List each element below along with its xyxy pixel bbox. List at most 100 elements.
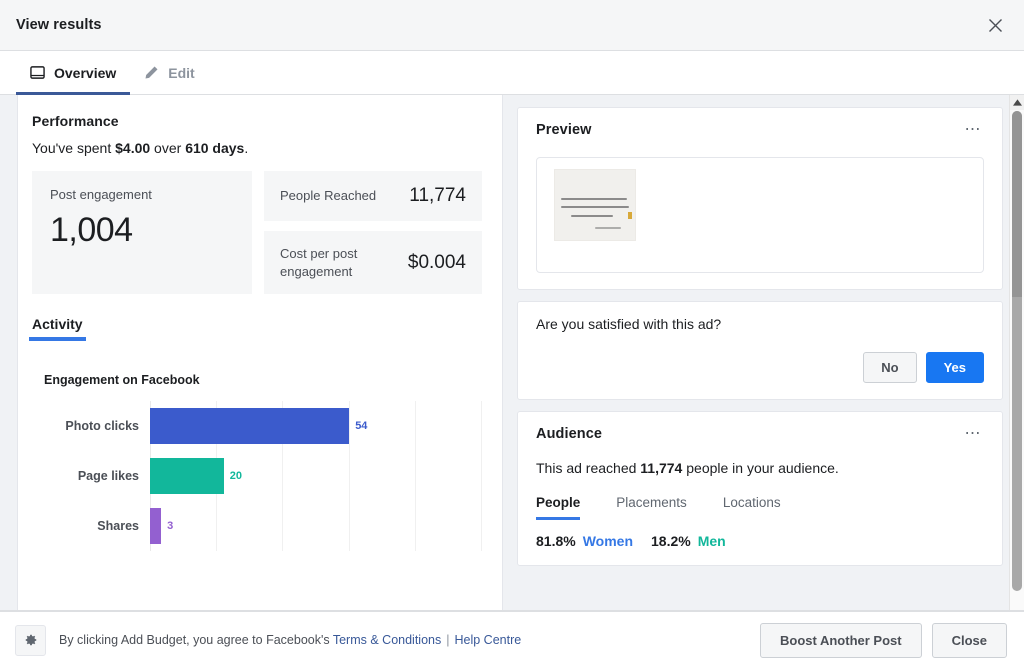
bar-page-likes xyxy=(150,458,224,495)
bar-value-photo-clicks: 54 xyxy=(355,420,368,433)
tab-activity-label: Activity xyxy=(32,316,83,333)
audience-stats: 81.8% Women 18.2% Men xyxy=(536,533,984,549)
audience-tabs: People Placements Locations xyxy=(536,495,984,520)
audience-women-pct: 81.8% xyxy=(536,533,576,549)
metric-cost-label: Cost per post engagement xyxy=(280,246,358,279)
audience-card-header: Audience ⋯ xyxy=(536,426,984,446)
metric-post-engagement-label: Post engagement xyxy=(50,187,152,202)
chart-bar-row: 3 xyxy=(150,501,482,551)
scroll-up-arrow-icon[interactable] xyxy=(1010,95,1024,110)
reach-prefix: This ad reached xyxy=(536,460,641,476)
chart-title: Engagement on Facebook xyxy=(44,373,200,388)
audience-tab-people-label: People xyxy=(536,495,581,510)
chart-label-2: Shares xyxy=(97,519,139,534)
boost-another-post-button[interactable]: Boost Another Post xyxy=(760,622,922,658)
terms-link[interactable]: Terms & Conditions xyxy=(333,633,441,647)
footer-buttons: Boost Another Post Close xyxy=(760,622,1007,658)
summary-amount: $4.00 xyxy=(115,140,151,156)
help-centre-link[interactable]: Help Centre xyxy=(454,633,521,647)
metric-cost-value: $0.004 xyxy=(407,251,466,273)
audience-stat-women: 81.8% Women xyxy=(536,533,633,549)
audience-stat-men: 18.2% Men xyxy=(651,533,726,549)
audience-reach-text: This ad reached 11,774 people in your au… xyxy=(536,460,984,476)
reach-suffix: people in your audience. xyxy=(682,460,839,476)
gear-icon[interactable] xyxy=(15,624,46,656)
vertical-scrollbar[interactable] xyxy=(1009,95,1024,610)
engagement-bar-chart: Photo clicks Page likes Shares 54 20 3 xyxy=(32,401,483,552)
chart-bars: 54 20 3 xyxy=(150,401,482,551)
legal-text: By clicking Add Budget, you agree to Fac… xyxy=(59,633,521,647)
tab-strip: Overview Edit xyxy=(0,51,1024,95)
tab-overview-label: Overview xyxy=(54,64,117,81)
pencil-icon xyxy=(144,65,159,80)
close-icon[interactable] xyxy=(980,10,1010,40)
preview-card-header: Preview ⋯ xyxy=(536,122,984,142)
metric-small-column: People Reached 11,774 Cost per post enga… xyxy=(264,171,482,295)
tab-edit[interactable]: Edit xyxy=(130,51,208,94)
bar-value-page-likes: 20 xyxy=(229,470,243,483)
audience-tab-placements[interactable]: Placements xyxy=(616,495,687,520)
ellipsis-icon[interactable]: ⋯ xyxy=(959,122,985,142)
chart-category-labels: Photo clicks Page likes Shares xyxy=(32,401,150,551)
audience-title: Audience xyxy=(536,426,603,442)
metric-post-engagement-value: 1,004 xyxy=(50,211,133,249)
chart-bar-row: 20 xyxy=(150,451,482,501)
dialog-header: View results xyxy=(0,0,1024,51)
summary-mid: over xyxy=(150,140,186,156)
ellipsis-icon[interactable]: ⋯ xyxy=(959,426,985,446)
summary-days: 610 days xyxy=(185,140,245,156)
audience-tab-locations-label: Locations xyxy=(722,495,781,510)
audience-card: Audience ⋯ This ad reached 11,774 people… xyxy=(517,411,1003,566)
bar-photo-clicks xyxy=(150,408,350,445)
summary-prefix: You've spent xyxy=(32,140,116,156)
left-column: Performance You've spent $4.00 over 610 … xyxy=(0,95,503,610)
audience-tab-placements-label: Placements xyxy=(616,495,687,510)
tab-edit-label: Edit xyxy=(168,64,195,81)
thumb-line xyxy=(571,215,613,217)
thumb-signature xyxy=(595,227,621,229)
monitor-icon xyxy=(30,65,45,80)
satisfaction-question: Are you satisfied with this ad? xyxy=(536,316,722,332)
metric-people-reached-value: 11,774 xyxy=(409,185,466,206)
performance-title: Performance xyxy=(32,113,119,129)
chart-label-1: Page likes xyxy=(77,469,139,484)
satisfaction-buttons: No Yes xyxy=(536,352,984,383)
activity-tab-indicator xyxy=(29,337,86,342)
preview-title: Preview xyxy=(536,122,592,138)
audience-men-label: Men xyxy=(697,533,726,549)
reach-count: 11,774 xyxy=(640,460,683,476)
chart-label-0: Photo clicks xyxy=(65,419,139,434)
tab-overview[interactable]: Overview xyxy=(16,51,131,95)
performance-summary: You've spent $4.00 over 610 days. xyxy=(32,140,482,156)
scrollbar-thumb-top[interactable] xyxy=(1012,111,1022,297)
dialog-footer: By clicking Add Budget, you agree to Fac… xyxy=(0,611,1024,668)
performance-card: Performance You've spent $4.00 over 610 … xyxy=(17,95,503,610)
satisfaction-no-button[interactable]: No xyxy=(863,352,917,383)
metric-cost-per-engagement: Cost per post engagement $0.004 xyxy=(264,231,482,295)
ad-thumbnail[interactable] xyxy=(554,169,636,241)
right-column: Preview ⋯ Are you satisfied with this ad… xyxy=(503,95,1024,610)
thumb-accent xyxy=(628,212,632,219)
legal-separator: | xyxy=(446,633,450,647)
close-button[interactable]: Close xyxy=(931,622,1007,658)
footer-left: By clicking Add Budget, you agree to Fac… xyxy=(15,624,521,656)
view-results-dialog: View results Overview Edit Performance Y… xyxy=(0,0,1024,668)
satisfaction-card: Are you satisfied with this ad? No Yes xyxy=(517,301,1003,400)
audience-men-pct: 18.2% xyxy=(651,533,691,549)
metric-post-engagement: Post engagement 1,004 xyxy=(32,171,252,295)
preview-box xyxy=(536,157,984,273)
tab-activity[interactable]: Activity xyxy=(29,316,86,342)
audience-tab-indicator xyxy=(536,517,581,520)
audience-tab-people[interactable]: People xyxy=(536,495,581,520)
bar-shares xyxy=(150,508,162,545)
metrics-row: Post engagement 1,004 People Reached 11,… xyxy=(32,171,482,295)
chart-plot-area: 54 20 3 xyxy=(150,401,483,552)
summary-suffix: . xyxy=(244,140,249,156)
audience-tab-locations[interactable]: Locations xyxy=(723,495,781,520)
legal-prefix: By clicking Add Budget, you agree to Fac… xyxy=(59,633,333,647)
thumb-line xyxy=(561,206,629,208)
activity-tabs: Activity xyxy=(29,316,482,342)
satisfaction-yes-button[interactable]: Yes xyxy=(925,352,984,383)
audience-women-label: Women xyxy=(582,533,634,549)
bar-value-shares: 3 xyxy=(167,520,174,533)
